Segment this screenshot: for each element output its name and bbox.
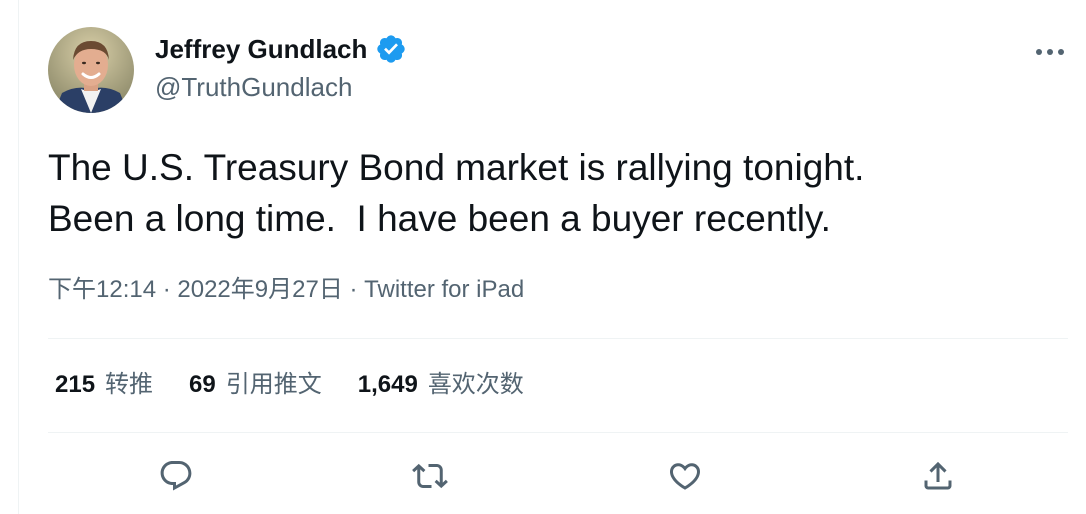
- retweets-stat[interactable]: 215 转推: [55, 368, 153, 402]
- tweet-meta: 下午12:14 · 2022年9月27日 · Twitter for iPad: [48, 273, 524, 307]
- tweet-source[interactable]: Twitter for iPad: [364, 273, 524, 307]
- share-icon: [924, 461, 952, 490]
- reply-icon: [160, 461, 192, 491]
- author-display-name[interactable]: Jeffrey Gundlach: [155, 32, 367, 66]
- meta-separator: ·: [342, 276, 365, 303]
- heart-icon: [669, 463, 701, 490]
- tweet-date[interactable]: 2022年9月27日: [177, 273, 342, 307]
- avatar[interactable]: [48, 27, 134, 113]
- likes-stat[interactable]: 1,649 喜欢次数: [358, 368, 524, 402]
- tweet-stats: 215 转推 69 引用推文 1,649 喜欢次数: [55, 368, 524, 402]
- like-button[interactable]: [661, 452, 709, 500]
- author-handle[interactable]: @TruthGundlach: [155, 70, 352, 104]
- left-border: [18, 0, 19, 514]
- divider: [48, 432, 1068, 433]
- tweet-time[interactable]: 下午12:14: [48, 273, 156, 307]
- retweets-count: 215: [55, 371, 96, 398]
- retweet-icon: [412, 463, 448, 489]
- divider: [48, 338, 1068, 339]
- more-icon: [1036, 49, 1064, 55]
- more-button[interactable]: [1024, 32, 1076, 72]
- quote-tweets-stat[interactable]: 69 引用推文: [189, 368, 322, 402]
- author-name-row[interactable]: Jeffrey Gundlach: [155, 32, 407, 66]
- quote-tweets-label: 引用推文: [225, 371, 322, 398]
- verified-badge-icon: [377, 35, 406, 63]
- reply-button[interactable]: [152, 452, 200, 500]
- likes-count: 1,649: [357, 371, 418, 398]
- tweet-text: The U.S. Treasury Bond market is rallyin…: [48, 147, 865, 239]
- meta-separator: ·: [156, 276, 178, 303]
- retweets-label: 转推: [105, 371, 154, 398]
- quote-tweets-count: 69: [189, 371, 216, 398]
- share-button[interactable]: [914, 452, 962, 500]
- retweet-button[interactable]: [406, 452, 454, 500]
- likes-label: 喜欢次数: [427, 371, 524, 398]
- avatar-photo: [48, 27, 134, 113]
